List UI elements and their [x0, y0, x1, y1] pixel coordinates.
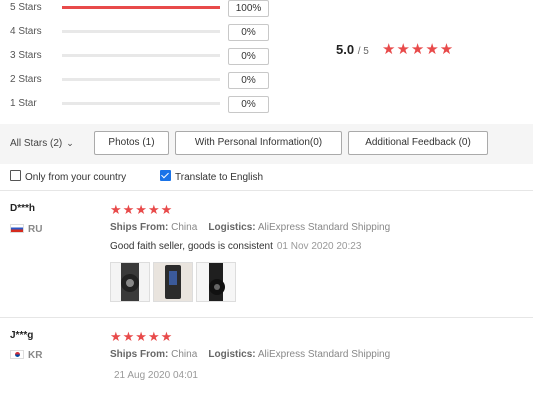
ships-from-label: Ships From: — [110, 349, 169, 360]
review-stars-icon: ★★★★★ — [110, 202, 174, 217]
rating-row-label: 3 Stars — [10, 50, 42, 61]
review-stars-icon: ★★★★★ — [110, 329, 174, 344]
photos-filter-button[interactable]: Photos (1) — [94, 131, 169, 155]
filter-bar: All Stars (2) ⌄ Photos (1) With Personal … — [0, 124, 533, 164]
additional-feedback-filter-button[interactable]: Additional Feedback (0) — [348, 131, 488, 155]
average-stars-icon: ★★★★★ — [382, 41, 455, 58]
divider — [0, 317, 533, 318]
average-out-of: / 5 — [357, 46, 369, 57]
russia-flag-icon — [10, 224, 24, 233]
review-username: J***g — [10, 330, 34, 341]
personal-info-filter-button[interactable]: With Personal Information(0) — [175, 131, 342, 155]
review-photo-image — [111, 263, 149, 301]
review-date: 21 Aug 2020 04:01 — [114, 370, 198, 381]
review-photo-thumbnail[interactable] — [110, 262, 150, 302]
logistics-label: Logistics: — [208, 349, 256, 360]
only-country-label: Only from your country — [25, 172, 127, 183]
average-rating: 5.0 / 5 — [336, 42, 369, 57]
rating-bar — [62, 30, 220, 33]
ships-from-value: China — [171, 222, 198, 233]
ships-from-value: China — [171, 349, 198, 360]
review-photo-image — [197, 263, 235, 301]
rating-row-2[interactable]: 2 Stars 0% — [0, 72, 280, 90]
review-country: KR — [10, 350, 42, 361]
rating-bar — [62, 54, 220, 57]
logistics-value: AliExpress Standard Shipping — [257, 222, 391, 233]
divider — [0, 190, 533, 191]
review-text: 21 Aug 2020 04:01 — [110, 370, 198, 381]
rating-row-label: 4 Stars — [10, 26, 42, 37]
review-body: Good faith seller, goods is consistent — [110, 241, 273, 252]
review-shipping-info: Ships From: China Logistics: AliExpress … — [110, 349, 390, 360]
rating-row-label: 1 Star — [10, 98, 37, 109]
logistics-label: Logistics: — [208, 222, 256, 233]
rating-bar — [62, 6, 220, 9]
review-country-code: KR — [28, 350, 43, 361]
rating-percent: 0% — [228, 72, 269, 89]
review-country-code: RU — [28, 224, 43, 235]
korea-flag-icon — [10, 350, 24, 359]
translate-option[interactable]: Translate to English — [160, 170, 263, 183]
only-country-checkbox[interactable] — [10, 170, 21, 181]
rating-bar — [62, 78, 220, 81]
review-shipping-info: Ships From: China Logistics: AliExpress … — [110, 222, 390, 233]
average-score: 5.0 — [336, 42, 355, 57]
all-stars-dropdown[interactable]: All Stars (2) ⌄ — [10, 138, 74, 149]
rating-bar — [62, 102, 220, 105]
rating-row-3[interactable]: 3 Stars 0% — [0, 48, 280, 66]
review-photo-image — [154, 263, 192, 301]
rating-row-label: 5 Stars — [10, 2, 42, 13]
rating-percent: 0% — [228, 24, 269, 41]
translate-checkbox[interactable] — [160, 170, 171, 181]
rating-row-5[interactable]: 5 Stars 100% — [0, 0, 280, 18]
review-photo-thumbnail[interactable] — [196, 262, 236, 302]
rating-row-label: 2 Stars — [10, 74, 42, 85]
rating-percent: 0% — [228, 96, 269, 113]
rating-percent: 100% — [228, 0, 269, 17]
translate-label: Translate to English — [175, 172, 264, 183]
review-text: Good faith seller, goods is consistent 01… — [110, 241, 361, 252]
rating-bar-fill — [62, 6, 220, 9]
review-date: 01 Nov 2020 20:23 — [276, 241, 362, 252]
all-stars-label: All Stars (2) — [10, 138, 63, 149]
only-country-option[interactable]: Only from your country — [10, 170, 126, 183]
rating-row-1[interactable]: 1 Star 0% — [0, 96, 280, 114]
rating-row-4[interactable]: 4 Stars 0% — [0, 24, 280, 42]
logistics-value: AliExpress Standard Shipping — [257, 349, 391, 360]
rating-percent: 0% — [228, 48, 269, 65]
chevron-down-icon: ⌄ — [66, 138, 74, 148]
review-photo-thumbnail[interactable] — [153, 262, 193, 302]
review-country: RU — [10, 224, 42, 235]
review-username: D***h — [10, 203, 36, 214]
ships-from-label: Ships From: — [110, 222, 169, 233]
